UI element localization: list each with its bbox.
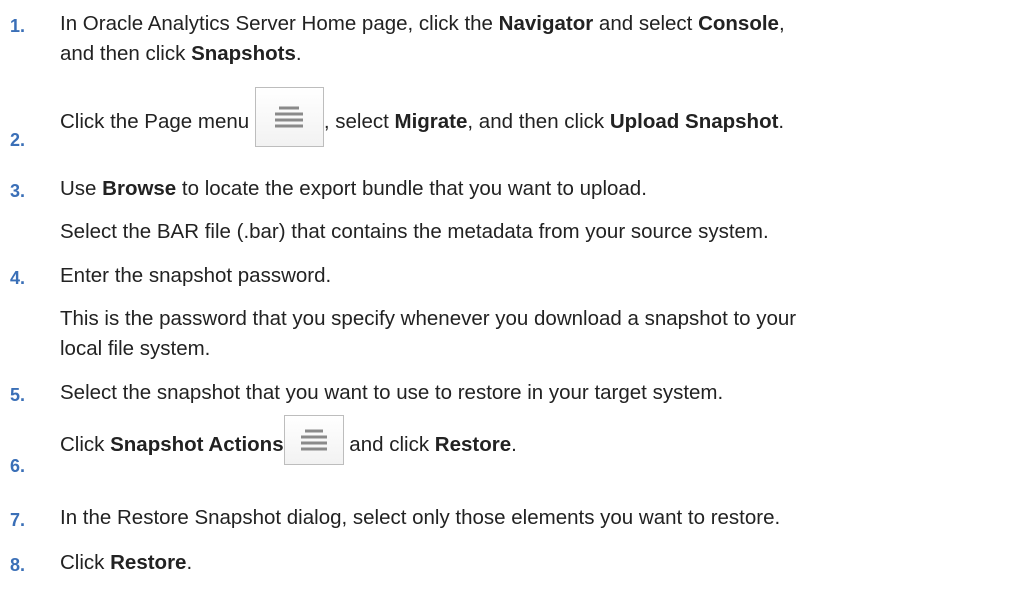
ui-term-snapshot-actions: Snapshot Actions (110, 433, 284, 456)
ui-term-restore: Restore (434, 433, 512, 456)
text: and click (343, 433, 435, 456)
ui-term-upload-snapshot: Upload Snapshot (609, 110, 779, 133)
ui-term-console: Console (698, 12, 779, 35)
hamburger-menu-icon (283, 415, 344, 465)
step-number: 3. (10, 181, 26, 201)
text: and then click (60, 42, 192, 65)
text: Use (60, 177, 103, 200)
step-text: Click the Page menu , select Migrate, an… (60, 87, 784, 153)
ui-term-restore: Restore (110, 551, 187, 574)
text: In Oracle Analytics Server Home page, cl… (60, 12, 499, 35)
step-number: 7. (10, 510, 26, 530)
step-text: Click Restore. (60, 550, 192, 576)
step-number: 1. (10, 16, 26, 36)
step-number: 8. (10, 555, 26, 575)
ui-term-migrate: Migrate (394, 110, 468, 133)
step-number: 5. (10, 385, 26, 405)
step-text: Select the snapshot that you want to use… (60, 381, 724, 404)
ui-term-snapshots: Snapshots (191, 42, 296, 65)
step-number: 2. (10, 130, 26, 150)
ui-term-navigator: Navigator (498, 12, 594, 35)
text: . (295, 42, 302, 65)
hamburger-menu-icon (254, 87, 324, 147)
step-number: 6. (10, 456, 26, 476)
text: , and then click (467, 110, 610, 133)
step-detail: local file system. (60, 337, 211, 360)
step-text: and then click Snapshots. (60, 41, 302, 67)
step-detail: This is the password that you specify wh… (60, 307, 797, 330)
text: . (186, 551, 193, 574)
step-text: Click Snapshot Actions and click Restore… (60, 415, 517, 471)
step-detail: Select the BAR file (.bar) that contains… (60, 220, 769, 243)
text: Click (60, 551, 111, 574)
documentation-page: { "steps": [ { "number": "1.", "line1": … (0, 0, 1022, 598)
text: Click (60, 433, 111, 456)
text: . (511, 433, 517, 456)
text: Click the Page menu (60, 110, 255, 133)
step-text: Use Browse to locate the export bundle t… (60, 176, 647, 202)
text: , (778, 12, 785, 35)
text: and select (593, 12, 699, 35)
ui-term-browse: Browse (102, 177, 177, 200)
step-number: 4. (10, 268, 26, 288)
text: . (778, 110, 785, 133)
step-text: Enter the snapshot password. (60, 264, 332, 287)
text: , select (323, 110, 395, 133)
step-text: In Oracle Analytics Server Home page, cl… (60, 11, 785, 37)
step-text: In the Restore Snapshot dialog, select o… (60, 506, 781, 529)
text: to locate the export bundle that you wan… (176, 177, 647, 200)
